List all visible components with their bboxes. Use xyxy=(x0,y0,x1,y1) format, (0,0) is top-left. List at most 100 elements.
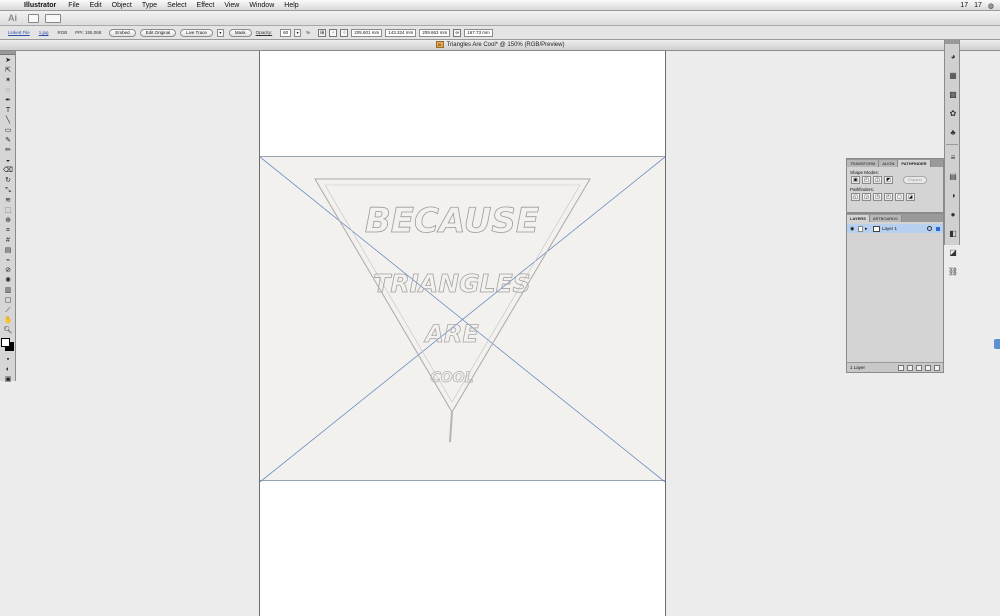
menu-edit[interactable]: Edit xyxy=(90,2,102,9)
tab-align[interactable]: ALIGN xyxy=(879,160,899,167)
artboard-tool-icon[interactable]: ▢ xyxy=(2,296,14,305)
eyedropper-tool-icon[interactable]: ⌁ xyxy=(2,256,14,265)
tab-transform[interactable]: TRANSFORM xyxy=(847,160,880,167)
placed-image[interactable]: BECAUSE TRIANGLES ARE COOL xyxy=(260,156,665,482)
status-b[interactable]: 17 xyxy=(974,2,982,9)
links-panel-icon[interactable]: ⛓ xyxy=(947,266,959,278)
symbol-sprayer-tool-icon[interactable]: ✺ xyxy=(2,276,14,285)
status-icon[interactable]: ◍ xyxy=(988,2,994,10)
menu-select[interactable]: Select xyxy=(167,2,186,9)
paintbrush-tool-icon[interactable]: ✎ xyxy=(2,136,14,145)
reference-point-icon[interactable]: ⁘ xyxy=(340,28,349,37)
align-icon[interactable]: ⊞ xyxy=(318,28,327,37)
pencil-tool-icon[interactable]: ✏ xyxy=(2,146,14,155)
color-mode-buttons-icon[interactable]: ▪ xyxy=(2,355,14,364)
menu-type[interactable]: Type xyxy=(142,2,157,9)
transparency-panel-icon[interactable]: ◑ xyxy=(947,190,959,202)
graphic-styles-panel-icon[interactable]: ◧ xyxy=(947,228,959,240)
expand-triangle-icon[interactable]: ▸ xyxy=(865,226,871,232)
panel-collapse-tab[interactable] xyxy=(994,339,1000,349)
gradient-tool-icon[interactable]: ▤ xyxy=(2,246,14,255)
eraser-tool-icon[interactable]: ⌫ xyxy=(2,166,14,175)
blend-tool-icon[interactable]: ⊘ xyxy=(2,266,14,275)
free-transform-tool-icon[interactable]: ⬚ xyxy=(2,206,14,215)
hand-tool-icon[interactable]: ✋ xyxy=(2,316,14,325)
appearance-panel-icon[interactable]: ● xyxy=(947,209,959,221)
tools-grip[interactable] xyxy=(0,51,15,55)
live-trace-options-dropdown[interactable]: ▾ xyxy=(216,28,224,37)
make-clipping-mask-button[interactable] xyxy=(907,364,913,371)
fill-swatch[interactable] xyxy=(1,338,10,347)
merge-button[interactable]: ◳ xyxy=(873,193,882,201)
transform-icon[interactable]: ▫ xyxy=(329,28,338,37)
zoom-tool-icon[interactable]: 🔍︎ xyxy=(2,326,14,335)
slice-tool-icon[interactable]: ⟋ xyxy=(2,306,14,315)
color-guide-icon[interactable]: ▦ xyxy=(947,70,959,82)
column-graph-tool-icon[interactable]: ▥ xyxy=(2,286,14,295)
menu-file[interactable]: File xyxy=(68,2,79,9)
divide-button[interactable]: ◱ xyxy=(851,193,860,201)
live-trace-button[interactable]: Live Trace xyxy=(180,28,213,37)
go-to-bridge-button[interactable] xyxy=(28,13,39,23)
pen-tool-icon[interactable]: ✒ xyxy=(2,96,14,105)
lasso-tool-icon[interactable]: ◌ xyxy=(2,86,14,95)
dock-grip[interactable] xyxy=(945,40,959,44)
selection-indicator[interactable] xyxy=(936,226,940,231)
screen-mode-icon[interactable]: ▣ xyxy=(2,375,14,384)
opacity-dropdown[interactable]: ▾ xyxy=(294,28,302,37)
layer-name[interactable]: Layer 1 xyxy=(882,226,925,231)
menu-window[interactable]: Window xyxy=(249,2,274,9)
tab-pathfinder[interactable]: PATHFINDER xyxy=(898,160,931,167)
rectangle-tool-icon[interactable]: ▭ xyxy=(2,126,14,135)
target-circle-icon[interactable] xyxy=(927,226,932,231)
tab-artboards[interactable]: ARTBOARDS xyxy=(869,215,902,222)
crop-button[interactable]: ◰ xyxy=(884,193,893,201)
y-field[interactable]: 143.324 mm xyxy=(385,28,417,37)
visibility-eye-icon[interactable]: ◉ xyxy=(850,226,856,232)
shape-builder-tool-icon[interactable]: ⊕ xyxy=(2,216,14,225)
brushes-panel-icon[interactable]: ✿ xyxy=(947,108,959,120)
embed-button[interactable]: Embed xyxy=(109,28,136,37)
direct-selection-tool-icon[interactable]: ⇱ xyxy=(2,66,14,75)
color-panel-icon[interactable]: ◕ xyxy=(947,51,959,63)
drawing-modes-icon[interactable]: ◐ xyxy=(2,365,14,374)
menu-view[interactable]: View xyxy=(224,2,239,9)
perspective-grid-tool-icon[interactable]: ⌗ xyxy=(2,226,14,235)
menu-app[interactable]: Illustrator xyxy=(24,2,56,9)
rotate-tool-icon[interactable]: ↻ xyxy=(2,176,14,185)
stroke-panel-icon[interactable]: ≡ xyxy=(947,152,959,164)
menu-effect[interactable]: Effect xyxy=(197,2,215,9)
blob-brush-tool-icon[interactable]: ◒ xyxy=(2,156,14,165)
intersect-button[interactable]: ◫ xyxy=(873,176,882,184)
minus-front-button[interactable]: ◰ xyxy=(862,176,871,184)
new-sublayer-button[interactable] xyxy=(916,364,922,371)
symbols-panel-icon[interactable]: ♣ xyxy=(947,127,959,139)
locate-object-button[interactable] xyxy=(898,364,904,371)
swatches-panel-icon[interactable]: ▩ xyxy=(947,89,959,101)
mesh-tool-icon[interactable]: # xyxy=(2,236,14,245)
width-field[interactable]: 209.663 mm xyxy=(419,28,451,37)
gradient-panel-icon[interactable]: ▤ xyxy=(947,171,959,183)
fill-stroke-swatches[interactable] xyxy=(1,338,15,352)
warp-tool-icon[interactable]: ≋ xyxy=(2,196,14,205)
exclude-button[interactable]: ◩ xyxy=(884,176,893,184)
opacity-field[interactable]: 60 xyxy=(280,28,292,37)
layers-panel-icon[interactable]: ◪ xyxy=(947,247,959,259)
type-tool-icon[interactable]: T xyxy=(2,106,14,115)
edit-original-button[interactable]: Edit Original xyxy=(139,28,177,37)
arrange-documents-button[interactable] xyxy=(45,13,61,23)
expand-button[interactable]: Expand xyxy=(903,176,927,184)
constrain-proportions-icon[interactable]: ∞ xyxy=(453,28,462,37)
tab-layers[interactable]: LAYERS xyxy=(847,215,870,222)
mask-button[interactable]: Mask xyxy=(228,28,252,37)
line-tool-icon[interactable]: ╲ xyxy=(2,116,14,125)
menu-object[interactable]: Object xyxy=(112,2,132,9)
lock-toggle[interactable] xyxy=(858,225,863,232)
delete-layer-button[interactable] xyxy=(934,364,940,371)
linked-file-link[interactable]: Linked File xyxy=(8,30,30,35)
file-name-link[interactable]: 1.jpg xyxy=(39,30,49,35)
status-a[interactable]: 17 xyxy=(960,2,968,9)
unite-button[interactable]: ▣ xyxy=(851,176,860,184)
x-field[interactable]: 205.601 mm xyxy=(351,28,383,37)
outline-button[interactable]: ▢ xyxy=(895,193,904,201)
